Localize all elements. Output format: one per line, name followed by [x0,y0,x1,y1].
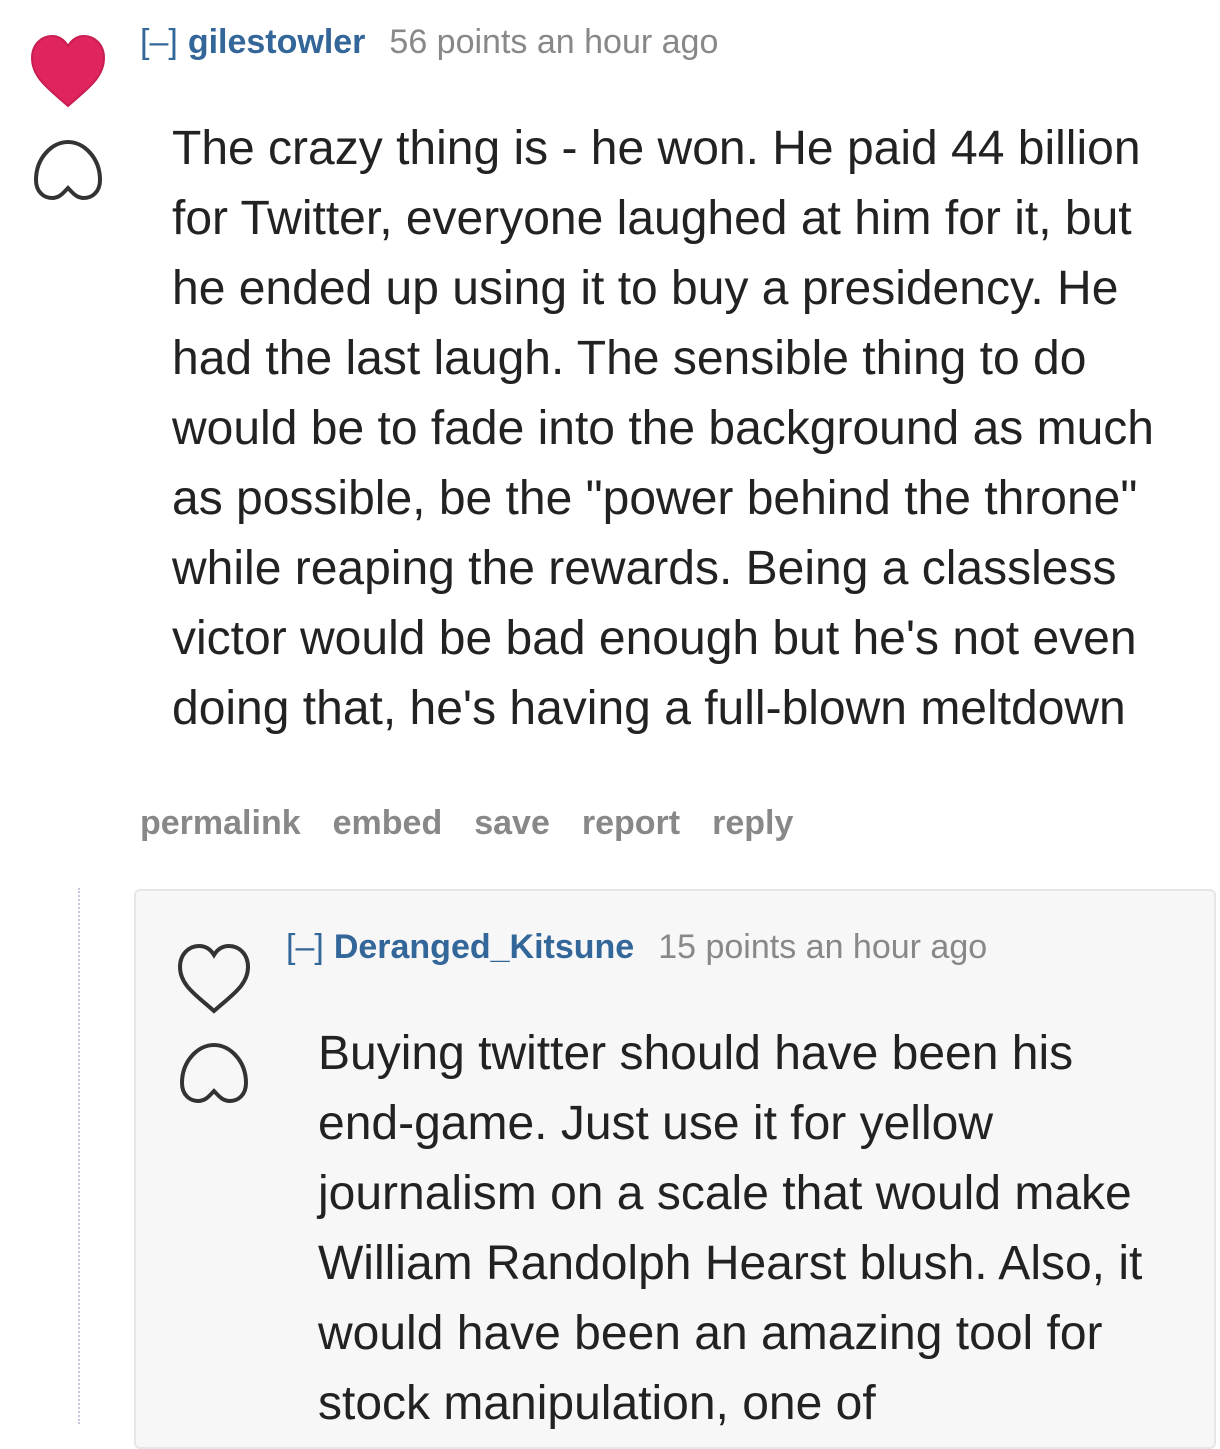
heart-icon [30,34,106,108]
upvote-button[interactable] [174,939,254,1017]
comment-tagline: [–] gilestowler 56 points an hour ago [140,22,718,62]
collapse-toggle[interactable]: [–] [140,23,178,61]
child-comment: [–] Deranged_Kitsune 15 points an hour ago… [134,889,1216,1449]
report-button[interactable]: report [582,804,680,842]
score: 56 points [389,23,528,61]
comment-body: Buying twitter should have been his end-… [318,1019,1158,1439]
comment-text: The crazy thing is - he won. He paid 44 … [172,122,1154,735]
comment-actions: permalink embed save report reply [140,804,825,843]
downvote-button[interactable] [176,1037,252,1107]
comment-tagline: [–] Deranged_Kitsune 15 points an hour ago [286,927,987,967]
comment-text: Buying twitter should have been his end-… [318,1027,1143,1430]
reply-button[interactable]: reply [712,804,793,842]
downvote-button[interactable] [30,134,106,204]
heart-icon [177,943,251,1014]
downvote-heart-icon [179,1042,249,1104]
collapse-toggle[interactable]: [–] [286,928,324,966]
timestamp: an hour ago [805,928,988,966]
thread-line[interactable] [78,888,80,1424]
author-link[interactable]: Deranged_Kitsune [334,928,634,966]
author-link[interactable]: gilestowler [188,23,366,61]
score: 15 points [658,928,797,966]
comment-body: The crazy thing is - he won. He paid 44 … [172,114,1192,744]
embed-button[interactable]: embed [333,804,443,842]
downvote-heart-icon [33,139,103,201]
upvote-button[interactable] [28,30,108,112]
save-button[interactable]: save [474,804,550,842]
timestamp: an hour ago [536,23,719,61]
permalink-button[interactable]: permalink [140,804,301,842]
